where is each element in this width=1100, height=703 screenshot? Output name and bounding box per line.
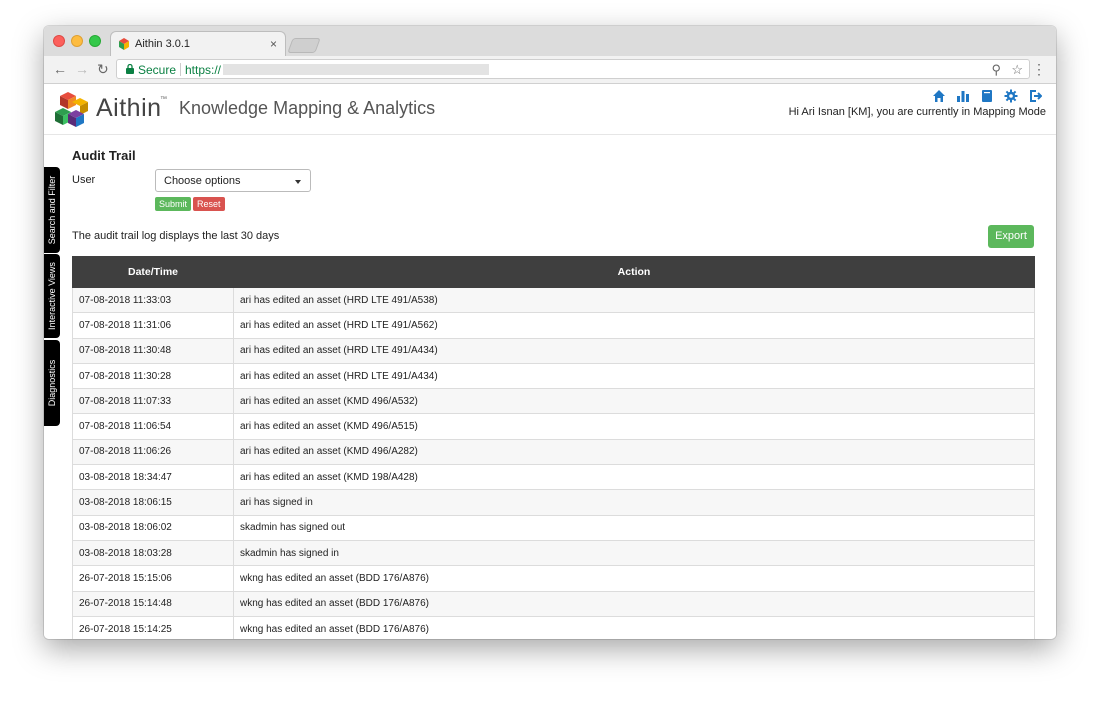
column-header-datetime[interactable]: Date/Time bbox=[72, 256, 234, 288]
browser-toolbar: ← → ↻ Secure https:// ⚲ ☆ ⋮ bbox=[44, 56, 1056, 84]
address-bar[interactable]: Secure https:// ⚲ ☆ bbox=[116, 59, 1030, 79]
table-row: 03-08-2018 18:34:47 ari has edited an ass… bbox=[72, 464, 1035, 491]
table-row: 07-08-2018 11:33:03 ari has edited an ass… bbox=[72, 286, 1035, 314]
side-tab-search-and-filter[interactable]: Search and Filter bbox=[44, 167, 60, 253]
cell-datetime: 07-08-2018 11:06:26 bbox=[72, 438, 234, 466]
submit-button[interactable]: Submit bbox=[155, 197, 192, 211]
user-select-value: Choose options bbox=[164, 175, 241, 187]
cell-datetime: 26-07-2018 15:15:06 bbox=[72, 565, 234, 592]
cell-datetime: 03-08-2018 18:06:15 bbox=[72, 489, 234, 516]
cell-action: wkng has edited an asset (BDD 176/A876) bbox=[233, 615, 1035, 639]
logo-text: Aithin bbox=[96, 94, 162, 122]
cell-action: ari has edited an asset (HRD LTE 491/A43… bbox=[233, 337, 1035, 364]
table-row: 03-08-2018 18:06:02 skadmin has signed ou… bbox=[72, 514, 1035, 541]
url-scheme: https:// bbox=[185, 63, 222, 77]
logo-icon bbox=[55, 92, 88, 127]
cell-datetime: 03-08-2018 18:06:02 bbox=[72, 514, 234, 541]
user-label: User bbox=[72, 174, 96, 186]
cell-datetime: 07-08-2018 11:06:54 bbox=[72, 413, 234, 440]
table-row: 26-07-2018 15:14:48 wkng has edited an as… bbox=[72, 590, 1035, 617]
app-title: Knowledge Mapping & Analytics bbox=[179, 98, 436, 118]
browser-tab[interactable]: Aithin 3.0.1 × bbox=[110, 31, 286, 57]
minimize-window-button[interactable] bbox=[71, 35, 83, 47]
audit-table: Date/Time Action 07-08-2018 11:33:03 ari … bbox=[72, 256, 1035, 639]
cell-datetime: 26-07-2018 15:14:48 bbox=[72, 590, 234, 617]
cell-datetime: 07-08-2018 11:07:33 bbox=[72, 388, 234, 415]
table-row: 03-08-2018 18:03:28 skadmin has signed in bbox=[72, 539, 1035, 567]
cell-datetime: 07-08-2018 11:31:06 bbox=[72, 312, 234, 339]
side-tab-label: Interactive Views bbox=[47, 262, 57, 330]
home-icon[interactable] bbox=[932, 89, 946, 103]
menu-icon[interactable]: ⋮ bbox=[1032, 61, 1046, 77]
export-button[interactable]: Export bbox=[988, 225, 1034, 248]
audit-table-body: 07-08-2018 11:33:03 ari has edited an ass… bbox=[72, 286, 1035, 639]
search-icon[interactable]: ⚲ bbox=[991, 62, 1001, 78]
table-row: 07-08-2018 11:06:54 ari has edited an ass… bbox=[72, 413, 1035, 440]
table-header-row: Date/Time Action bbox=[72, 256, 1035, 288]
cell-datetime: 07-08-2018 11:30:28 bbox=[72, 362, 234, 390]
side-tab-label: Diagnostics bbox=[47, 359, 57, 407]
cell-action: ari has edited an asset (KMD 496/A282) bbox=[233, 438, 1035, 466]
cell-action: ari has edited an asset (KMD 496/A532) bbox=[233, 388, 1035, 415]
table-row: 07-08-2018 11:07:33 ari has edited an ass… bbox=[72, 388, 1035, 415]
table-row: 07-08-2018 11:31:06 ari has edited an ass… bbox=[72, 312, 1035, 339]
table-row: 26-07-2018 15:14:25 wkng has edited an as… bbox=[72, 615, 1035, 639]
reset-button[interactable]: Reset bbox=[193, 197, 225, 211]
cell-action: ari has edited an asset (KMD 496/A515) bbox=[233, 413, 1035, 440]
logout-icon[interactable] bbox=[1028, 89, 1042, 103]
side-tab-diagnostics[interactable]: Diagnostics bbox=[44, 340, 60, 426]
reload-icon[interactable]: ↻ bbox=[97, 61, 109, 77]
new-tab-button[interactable] bbox=[287, 38, 321, 53]
book-icon[interactable] bbox=[980, 89, 994, 103]
cell-datetime: 26-07-2018 15:14:25 bbox=[72, 615, 234, 639]
table-row: 07-08-2018 11:06:26 ari has edited an ass… bbox=[72, 438, 1035, 466]
cell-action: ari has edited an asset (HRD LTE 491/A56… bbox=[233, 312, 1035, 339]
table-row: 03-08-2018 18:06:15 ari has signed in bbox=[72, 489, 1035, 516]
lock-icon bbox=[126, 64, 134, 74]
user-select[interactable]: Choose options bbox=[155, 169, 311, 192]
favicon-icon bbox=[119, 38, 129, 50]
cell-action: ari has signed in bbox=[233, 489, 1035, 516]
cell-action: skadmin has signed in bbox=[233, 539, 1035, 567]
browser-window: Aithin 3.0.1 × ← → ↻ Secure https:// ⚲ ☆… bbox=[44, 26, 1056, 639]
app-header: Aithin ™ Knowledge Mapping & Analytics H… bbox=[44, 84, 1056, 135]
cell-action: ari has edited an asset (HRD LTE 491/A43… bbox=[233, 362, 1035, 390]
cell-datetime: 07-08-2018 11:33:03 bbox=[72, 286, 234, 314]
cell-datetime: 03-08-2018 18:03:28 bbox=[72, 539, 234, 567]
tab-strip: Aithin 3.0.1 × bbox=[44, 26, 1056, 57]
gear-icon[interactable] bbox=[1004, 89, 1018, 103]
close-window-button[interactable] bbox=[53, 35, 65, 47]
page: Aithin ™ Knowledge Mapping & Analytics H… bbox=[44, 84, 1056, 639]
forward-icon[interactable]: → bbox=[75, 61, 89, 77]
back-icon[interactable]: ← bbox=[53, 61, 67, 77]
cell-action: skadmin has signed out bbox=[233, 514, 1035, 541]
user-greeting: Hi Ari Isnan [KM], you are currently in … bbox=[788, 106, 1046, 118]
tab-title: Aithin 3.0.1 bbox=[135, 38, 191, 50]
cell-datetime: 07-08-2018 11:30:48 bbox=[72, 337, 234, 364]
zoom-window-button[interactable] bbox=[89, 35, 101, 47]
cell-datetime: 03-08-2018 18:34:47 bbox=[72, 464, 234, 491]
caret-down-icon bbox=[295, 180, 301, 184]
table-row: 07-08-2018 11:30:48 ari has edited an ass… bbox=[72, 337, 1035, 364]
table-row: 07-08-2018 11:30:28 ari has edited an ass… bbox=[72, 362, 1035, 390]
page-title: Audit Trail bbox=[72, 148, 136, 163]
column-header-action[interactable]: Action bbox=[233, 256, 1035, 288]
logo-trademark: ™ bbox=[160, 96, 167, 103]
header-icons bbox=[932, 89, 1042, 103]
side-tab-label: Search and Filter bbox=[47, 175, 57, 245]
side-tab-interactive-views[interactable]: Interactive Views bbox=[44, 254, 60, 338]
chart-icon[interactable] bbox=[956, 89, 970, 103]
cell-action: wkng has edited an asset (BDD 176/A876) bbox=[233, 590, 1035, 617]
table-row: 26-07-2018 15:15:06 wkng has edited an as… bbox=[72, 565, 1035, 592]
url-redacted bbox=[223, 64, 489, 75]
secure-label: Secure bbox=[138, 63, 177, 77]
tab-close-icon[interactable]: × bbox=[270, 37, 277, 51]
cell-action: wkng has edited an asset (BDD 176/A876) bbox=[233, 565, 1035, 592]
cell-action: ari has edited an asset (KMD 198/A428) bbox=[233, 464, 1035, 491]
omnibox-divider bbox=[180, 63, 181, 76]
star-icon[interactable]: ☆ bbox=[1011, 62, 1023, 78]
log-note: The audit trail log displays the last 30… bbox=[72, 230, 280, 242]
cell-action: ari has edited an asset (HRD LTE 491/A53… bbox=[233, 286, 1035, 314]
